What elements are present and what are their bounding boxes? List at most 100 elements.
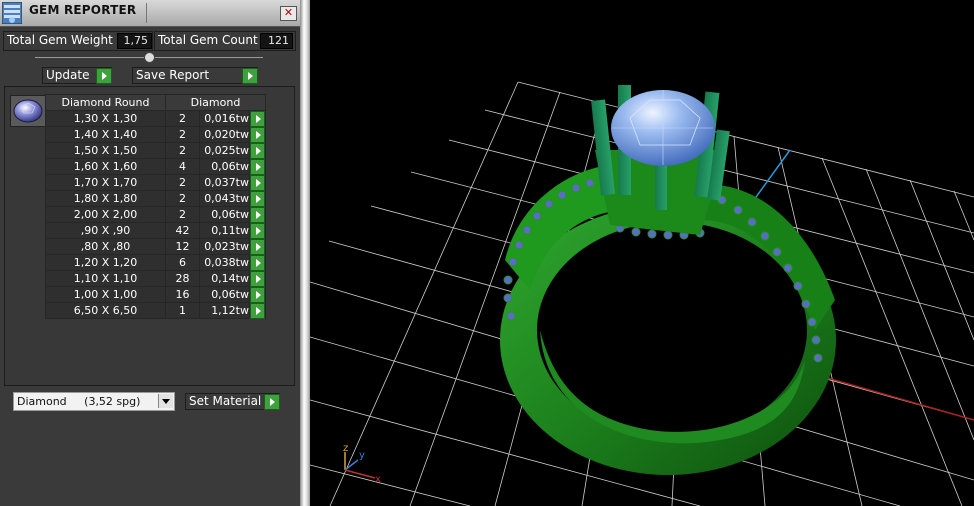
gem-weight-cell: 1,12tw [199,302,250,319]
select-row-button[interactable] [249,254,266,271]
row-play-icon[interactable] [250,303,265,319]
row-play-icon[interactable] [250,127,265,143]
total-gem-weight: Total Gem Weight 1,75 [3,31,153,51]
gem-table-row: 1,40 X 1,40 2 0,020tw [45,126,266,143]
gem-table: Diamond Round Diamond 1,30 X 1,30 2 0,016t… [45,94,266,319]
set-material-button[interactable]: Set Material [185,393,280,410]
close-button[interactable]: ✕ [280,6,297,21]
gem-size-cell: 1,40 X 1,40 [45,126,166,143]
row-play-icon[interactable] [250,207,265,223]
gem-size-cell: 1,70 X 1,70 [45,174,166,191]
select-row-button[interactable] [249,286,266,303]
axis-y-label: y [359,450,365,461]
row-play-icon[interactable] [250,239,265,255]
gem-size-cell: 1,10 X 1,10 [45,270,166,287]
gem-weight-cell: 0,11tw [199,222,250,239]
col-shape-header: Diamond Round [45,94,166,111]
row-play-icon[interactable] [250,159,265,175]
row-play-icon[interactable] [250,111,265,127]
gem-count-cell: 2 [165,174,200,191]
select-row-button[interactable] [249,302,266,319]
row-play-icon[interactable] [250,223,265,239]
panel-slider-thumb[interactable] [144,52,155,63]
panel-splitter[interactable] [300,0,310,506]
gem-size-cell: 2,00 X 2,00 [45,206,166,223]
update-play-icon[interactable] [96,68,112,84]
gem-table-row: 1,80 X 1,80 2 0,043tw [45,190,266,207]
save-report-button[interactable]: Save Report [132,67,258,84]
gem-weight-cell: 0,025tw [199,142,250,159]
material-select-value: Diamond (3,52 spg) [17,395,141,408]
gem-weight-cell: 0,037tw [199,174,250,191]
gem-weight-cell: 0,020tw [199,126,250,143]
gem-table-row: 1,10 X 1,10 28 0,14tw [45,270,266,287]
gem-count-cell: 2 [165,206,200,223]
gem-size-cell: 1,60 X 1,60 [45,158,166,175]
total-gem-weight-label: Total Gem Weight [7,33,113,47]
gem-weight-cell: 0,016tw [199,110,250,127]
gem-weight-cell: 0,06tw [199,158,250,175]
gem-size-cell: ,80 X ,80 [45,238,166,255]
row-play-icon[interactable] [250,287,265,303]
gem-table-row: 6,50 X 6,50 1 1,12tw [45,302,266,319]
gem-count-cell: 1 [165,302,200,319]
total-gem-count-label: Total Gem Count [158,33,258,47]
gem-size-cell: 1,00 X 1,00 [45,286,166,303]
gem-size-cell: 1,50 X 1,50 [45,142,166,159]
gem-table-row: 2,00 X 2,00 2 0,06tw [45,206,266,223]
select-row-button[interactable] [249,174,266,191]
gem-size-cell: 6,50 X 6,50 [45,302,166,319]
select-row-button[interactable] [249,190,266,207]
gem-count-cell: 28 [165,270,200,287]
row-play-icon[interactable] [250,271,265,287]
save-report-play-icon[interactable] [242,68,258,84]
select-row-button[interactable] [249,110,266,127]
select-row-button[interactable] [249,142,266,159]
total-gem-count-value: 121 [260,33,293,49]
row-play-icon[interactable] [250,143,265,159]
3d-viewport[interactable]: z y x [310,0,974,506]
update-button-label: Update [46,68,90,82]
axis-z-label: z [343,443,348,454]
gem-count-cell: 2 [165,142,200,159]
panel-titlebar[interactable]: GEM REPORTER ✕ [0,0,300,27]
gem-count-cell: 2 [165,126,200,143]
set-material-play-icon[interactable] [264,394,280,410]
material-select[interactable]: Diamond (3,52 spg) [13,392,175,411]
gem-size-cell: 1,80 X 1,80 [45,190,166,207]
gem-table-row: 1,60 X 1,60 4 0,06tw [45,158,266,175]
gem-table-row: 1,30 X 1,30 2 0,016tw [45,110,266,127]
round-gem-icon [10,95,46,127]
select-row-button[interactable] [249,270,266,287]
chevron-down-icon[interactable] [158,394,173,408]
gem-table-row: 1,50 X 1,50 2 0,025tw [45,142,266,159]
gem-size-cell: ,90 X ,90 [45,222,166,239]
row-play-icon[interactable] [250,175,265,191]
axis-x-label: x [375,474,381,485]
select-row-button[interactable] [249,222,266,239]
select-row-button[interactable] [249,158,266,175]
gem-weight-cell: 0,06tw [199,286,250,303]
gem-reporter-panel: GEM REPORTER ✕ Total Gem Weight 1,75 Tot… [0,0,300,506]
gem-weight-cell: 0,043tw [199,190,250,207]
gem-table-row: 1,00 X 1,00 16 0,06tw [45,286,266,303]
gem-weight-cell: 0,06tw [199,206,250,223]
ring-model[interactable] [500,85,836,475]
select-row-button[interactable] [249,238,266,255]
save-report-button-label: Save Report [136,68,210,82]
viewport-canvas[interactable]: z y x [310,0,974,506]
update-button[interactable]: Update [42,67,112,84]
select-row-button[interactable] [249,206,266,223]
select-row-button[interactable] [249,126,266,143]
gem-count-cell: 6 [165,254,200,271]
col-material-header: Diamond [165,94,266,111]
row-play-icon[interactable] [250,191,265,207]
total-gem-count: Total Gem Count 121 [154,31,296,51]
center-gem [611,90,715,166]
gem-table-row: 1,70 X 1,70 2 0,037tw [45,174,266,191]
gem-table-row: ,90 X ,90 42 0,11tw [45,222,266,239]
total-gem-weight-value: 1,75 [117,33,152,49]
gem-table-header: Diamond Round Diamond [45,94,266,111]
row-play-icon[interactable] [250,255,265,271]
titlebar-divider [146,3,147,23]
